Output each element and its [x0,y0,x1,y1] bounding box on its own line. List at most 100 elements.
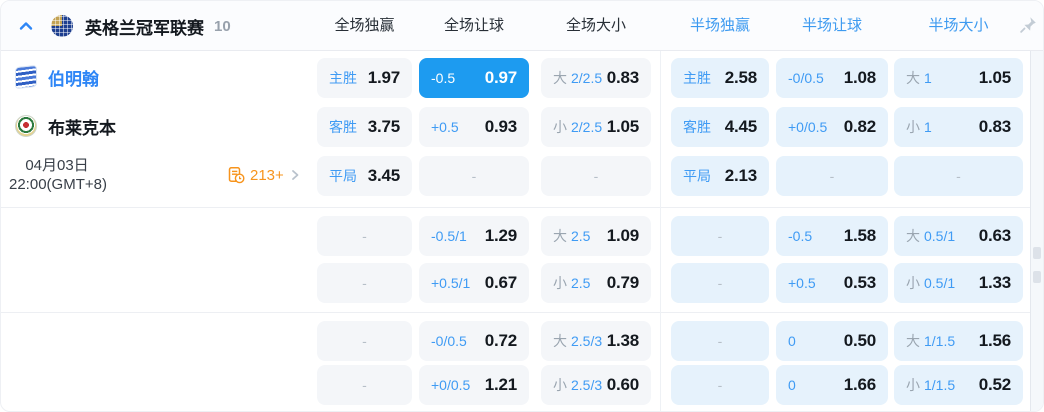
odds-value: 0.67 [484,273,517,292]
odds-cell: - [671,263,769,303]
ou-prefix: 大 [553,228,567,244]
odds-value: 0.60 [606,375,639,394]
odds-cell[interactable]: -0.5 1.58 [776,216,888,256]
odds-cell[interactable]: 大 2.5/3 1.38 [541,321,651,361]
league-header-left: 英格兰冠军联赛 10 [17,1,231,51]
odds-cell[interactable]: 0 0.50 [776,321,888,361]
odds-label: 平局 [683,168,711,184]
odds-label: 0.5/1 [924,228,956,244]
odds-value: 0.82 [843,117,876,136]
odds-cell[interactable]: +0.5 0.93 [419,107,529,147]
odds-label: 0.5/1 [924,275,956,291]
odds-cell[interactable]: 平局 2.13 [671,156,769,196]
dash: - [471,168,477,184]
odds-cell[interactable]: -0.5/1 1.29 [419,216,529,256]
odds-label: -0/0.5 [788,70,824,86]
odds-label: 2/2.5 [571,119,603,135]
collapse-chevron-up-icon[interactable] [17,17,35,35]
odds-cell[interactable]: 小 2.5/3 0.60 [541,365,651,405]
odds-cell[interactable]: -0/0.5 1.08 [776,58,888,98]
odds-label: 2.5 [571,228,591,244]
odds-cell[interactable]: 平局 3.45 [317,156,412,196]
odds-label: 0 [788,377,796,393]
dash: - [362,228,367,244]
odds-cell[interactable]: 主胜 2.58 [671,58,769,98]
section-divider [1,207,1031,208]
odds-value: 0.63 [978,226,1011,245]
odds-label: +0/0.5 [788,119,828,135]
odds-cell[interactable]: 小 1 0.83 [894,107,1023,147]
odds-label: -0.5/1 [431,228,467,244]
odds-label: 1/1.5 [924,377,956,393]
odds-cell[interactable]: 小 2.5 0.79 [541,263,651,303]
odds-cell[interactable]: 小 2/2.5 1.05 [541,107,651,147]
odds-cell[interactable]: 小 1/1.5 0.52 [894,365,1023,405]
ou-prefix: 小 [553,275,567,291]
odds-cell[interactable]: 客胜 4.45 [671,107,769,147]
odds-cell[interactable]: 小 0.5/1 1.33 [894,263,1023,303]
odds-cell[interactable]: +0/0.5 1.21 [419,365,529,405]
odds-label: 2.5/3 [571,333,603,349]
odds-cell[interactable]: 客胜 3.75 [317,107,412,147]
more-markets-count: 213+ [250,166,284,184]
odds-value: 0.93 [484,117,517,136]
odds-cell: - [671,365,769,405]
odds-label: +0.5 [788,275,816,291]
odds-cell[interactable]: 大 1/1.5 1.56 [894,321,1023,361]
odds-cell[interactable]: 大 2/2.5 0.83 [541,58,651,98]
gutter-mark [1033,247,1041,259]
odds-label: 主胜 [329,70,357,86]
more-markets-link[interactable]: 213+ [227,164,301,186]
odds-value: 1.97 [367,68,400,87]
odds-cell[interactable]: 0 1.66 [776,365,888,405]
odds-cell[interactable]: +0/0.5 0.82 [776,107,888,147]
away-team-row[interactable]: 布莱克本 [15,113,116,139]
dash: - [829,168,835,184]
odds-cell[interactable]: 大 2.5 1.09 [541,216,651,256]
odds-label: 2.5 [571,275,591,291]
away-team-name: 布莱克本 [48,118,116,138]
dash: - [362,377,367,393]
odds-value: 2.13 [724,166,757,185]
dash: - [956,168,961,184]
odds-label: -0/0.5 [431,333,467,349]
odds-value: 1.29 [484,226,517,245]
odds-widget: 英格兰冠军联赛 10 全场独赢 全场让球 全场大小 半场独赢 半场让球 半场大小 伯明翰 … [0,0,1044,412]
odds-label: -0.5 [431,70,456,86]
odds-cell: - [317,321,412,361]
ou-prefix: 小 [906,377,920,393]
odds-label: 1 [924,70,932,86]
odds-cell[interactable]: +0.5 0.53 [776,263,888,303]
odds-cell[interactable]: -0/0.5 0.72 [419,321,529,361]
odds-label: 客胜 [683,119,711,135]
odds-value: 1.05 [978,68,1011,87]
odds-value: 1.66 [843,375,876,394]
odds-value: 4.45 [724,117,757,136]
odds-cell: - [419,156,529,196]
odds-cell[interactable]: 主胜 1.97 [317,58,412,98]
right-gutter [1031,51,1043,411]
ou-prefix: 大 [906,228,920,244]
odds-cell[interactable]: 大 0.5/1 0.63 [894,216,1023,256]
ou-prefix: 大 [906,70,920,86]
home-team-logo-icon [15,64,37,90]
odds-value: 1.56 [978,331,1011,350]
home-team-row[interactable]: 伯明翰 [15,64,99,90]
odds-cell: - [541,156,651,196]
home-team-name: 伯明翰 [48,69,99,89]
ou-prefix: 小 [906,275,920,291]
right-edge-divider [1030,51,1031,411]
odds-label: 2.5/3 [571,377,603,393]
odds-cell[interactable]: -0.5 0.97 [419,58,529,98]
odds-label: 0 [788,333,796,349]
odds-value: 1.09 [606,226,639,245]
league-match-count: 10 [214,17,231,35]
ou-prefix: 小 [553,377,567,393]
odds-value: 0.83 [606,68,639,87]
odds-cell[interactable]: 大 1 1.05 [894,58,1023,98]
odds-value: 2.58 [724,68,757,87]
odds-value: 1.58 [843,226,876,245]
ou-prefix: 大 [906,333,920,349]
odds-cell[interactable]: +0.5/1 0.67 [419,263,529,303]
odds-label: 1 [924,119,932,135]
